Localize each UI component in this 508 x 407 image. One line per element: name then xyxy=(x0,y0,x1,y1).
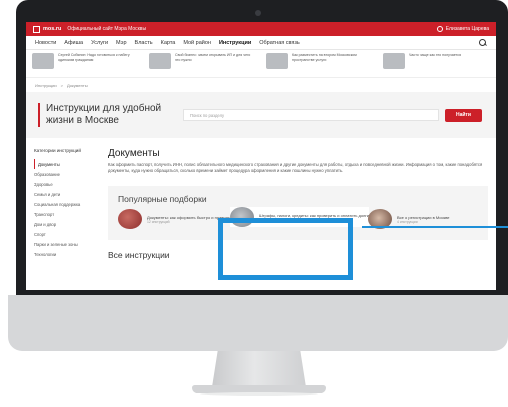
breadcrumb-item-instructions[interactable]: Инструкции xyxy=(35,83,57,88)
nav-item-news[interactable]: Новости xyxy=(35,40,56,46)
nav-item-map[interactable]: Карта xyxy=(161,40,176,46)
sidebar-header: Категории инструкций xyxy=(34,148,81,153)
news-text: Сергей Собянин: Надо готовиться к набегу… xyxy=(58,53,130,62)
breadcrumb-item-documents[interactable]: Документы xyxy=(67,83,88,88)
news-text: Свой бизнес: зачем открывать ИП и для че… xyxy=(175,53,251,62)
search-icon[interactable] xyxy=(479,38,487,47)
stand-shadow xyxy=(200,392,318,396)
news-item[interactable]: Свой бизнес: зачем открывать ИП и для че… xyxy=(149,53,256,74)
card-title: Штрафы, налоги, кредиты: как проверить и… xyxy=(259,212,370,218)
card-count: 4 инструкции xyxy=(397,219,418,224)
user-menu[interactable]: Елизавета Царева xyxy=(436,26,489,32)
category-sidebar: Категории инструкций Документы Образован… xyxy=(26,148,98,260)
nav-item-afisha[interactable]: Афиша xyxy=(64,40,83,46)
user-name: Елизавета Царева xyxy=(445,26,489,32)
sidebar-item-parks[interactable]: Парки и зеленые зоны xyxy=(34,239,98,249)
news-thumbnail xyxy=(149,53,171,69)
section-search-input[interactable]: Поиск по разделу xyxy=(183,109,439,121)
nav-item-instructions[interactable]: Инструкции xyxy=(219,40,251,46)
popular-title: Популярные подборки xyxy=(118,194,207,204)
mos-logo-icon[interactable] xyxy=(33,25,40,33)
nav-item-mayor[interactable]: Мэр xyxy=(116,40,127,46)
sidebar-item-home[interactable]: Дом и двор xyxy=(34,219,98,229)
sidebar-item-technology[interactable]: Технологии xyxy=(34,249,98,259)
user-icon xyxy=(436,26,443,32)
sidebar-item-sport[interactable]: Спорт xyxy=(34,229,98,239)
news-thumbnail xyxy=(383,53,405,69)
news-text: Как разместить на втором Московском прос… xyxy=(292,53,357,62)
breadcrumb: Инструкции > Документы xyxy=(26,78,496,92)
monitor-chin xyxy=(8,295,508,351)
sidebar-item-education[interactable]: Образование xyxy=(34,169,98,179)
nav-item-district[interactable]: Мой район xyxy=(183,40,211,46)
top-bar: mos.ru Официальный сайт Мэра Москвы Елиз… xyxy=(26,22,496,36)
brand-name[interactable]: mos.ru xyxy=(43,26,61,32)
news-text: Часто чаще как это получается xyxy=(409,53,462,57)
sidebar-item-family[interactable]: Семья и дети xyxy=(34,189,98,199)
news-item[interactable]: Сергей Собянин: Надо готовиться к набегу… xyxy=(32,53,139,74)
sidebar-item-social-support[interactable]: Социальная поддержка xyxy=(34,199,98,209)
passport-image-icon xyxy=(118,209,142,229)
hero-section: Инструкции для удобной жизни в Москве По… xyxy=(26,92,496,138)
page-title: Документы xyxy=(108,148,160,159)
sidebar-item-documents[interactable]: Документы xyxy=(34,159,98,169)
news-thumbnail xyxy=(266,53,288,69)
news-strip: Сергей Собянин: Надо готовиться к набегу… xyxy=(26,50,496,78)
callout-pointer-line xyxy=(362,226,508,228)
page-description: Как оформить паспорт, получить ИНН, поли… xyxy=(108,162,483,173)
collection-card-documents[interactable]: Документы: как оформить быстро и правиль… xyxy=(118,209,234,229)
highlight-frame xyxy=(218,218,353,280)
news-thumbnail xyxy=(32,53,54,69)
breadcrumb-separator: > xyxy=(60,82,63,88)
main-nav: Новости Афиша Услуги Мэр Власть Карта Мо… xyxy=(26,36,496,50)
site-tagline: Официальный сайт Мэра Москвы xyxy=(67,26,147,32)
card-title: Все о регистрации в Москве xyxy=(397,214,450,220)
camera-dot xyxy=(255,10,261,16)
nav-item-feedback[interactable]: Обратная связь xyxy=(259,40,300,46)
nav-item-services[interactable]: Услуги xyxy=(91,40,108,46)
search-button[interactable]: Найти xyxy=(444,108,482,122)
nav-item-government[interactable]: Власть xyxy=(135,40,153,46)
monitor-stand-neck xyxy=(212,351,306,387)
sidebar-item-transport[interactable]: Транспорт xyxy=(34,209,98,219)
sidebar-item-health[interactable]: Здоровье xyxy=(34,179,98,189)
hero-title: Инструкции для удобной жизни в Москве xyxy=(38,103,167,127)
news-item[interactable]: Как разместить на втором Московском прос… xyxy=(266,53,373,74)
news-item[interactable]: Часто чаще как это получается xyxy=(383,53,490,74)
